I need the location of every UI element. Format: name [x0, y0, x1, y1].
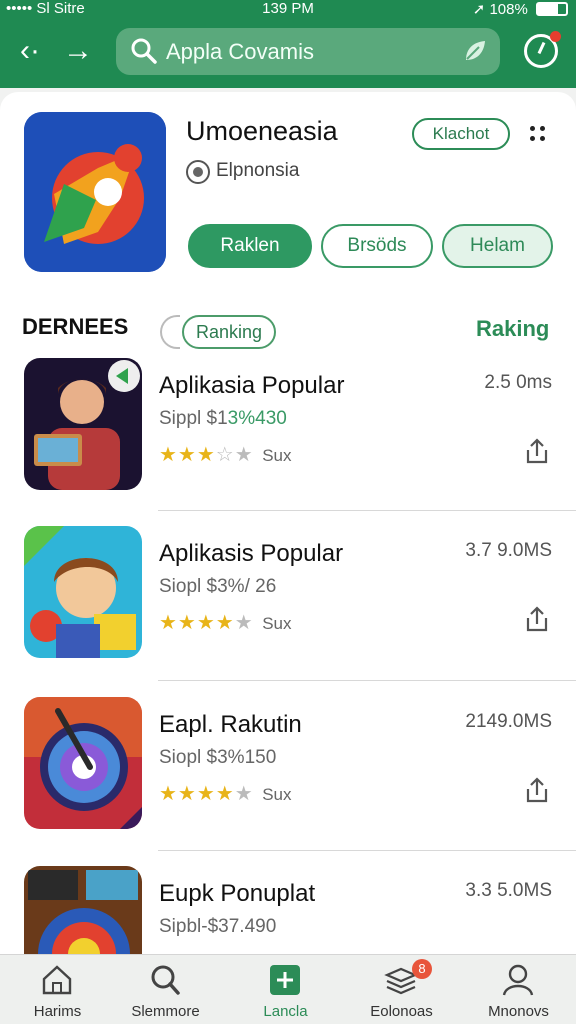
tab-label: Slemmore — [131, 1003, 200, 1020]
share-icon[interactable] — [522, 436, 552, 466]
tertiary-action-button[interactable]: Helam — [442, 224, 553, 268]
app-price: Sippl $13%430 — [159, 408, 287, 429]
list-item[interactable]: Aplikasis Popular Siopl $3%/ 26 ★★★★★ Su… — [0, 526, 576, 686]
leaf-icon[interactable] — [462, 38, 488, 64]
tab-home[interactable]: Harims — [0, 955, 115, 1024]
app-size: 2.5 0ms — [484, 372, 552, 393]
tab-label: Harims — [33, 1003, 82, 1020]
add-box-icon — [270, 965, 300, 995]
list-item[interactable]: Eapl. Rakutin Siopl $3%150 ★★★★★ Sux 214… — [0, 697, 576, 857]
app-name: Eapl. Rakutin — [159, 711, 302, 738]
list-item[interactable]: Eupk Ponuplat Sipbl-$37.490 ★★★★★ 3.3 5.… — [0, 866, 576, 954]
timer-icon[interactable] — [524, 31, 561, 68]
search-query: Appla Covamis — [166, 39, 314, 64]
app-price: Siopl $3%150 — [159, 747, 277, 768]
ranking-filter-chip[interactable]: Ranking — [182, 315, 276, 349]
secondary-action-button[interactable]: Brsöds — [321, 224, 433, 268]
back-button[interactable]: ‹· — [12, 34, 48, 70]
app-name: Eupk Ponuplat — [159, 880, 316, 907]
tab-library[interactable]: 8 Eolonoas — [344, 955, 459, 1024]
tab-label: Lancla — [263, 1003, 308, 1020]
app-name: Aplikasia Popular — [159, 372, 345, 399]
app-size: 3.3 5.0MS — [465, 880, 552, 901]
battery-percent: 108% — [489, 1, 528, 18]
app-size: 3.7 9.0MS — [465, 540, 552, 561]
battery-icon — [536, 2, 568, 16]
app-price: Siopl $3%/ 26 — [159, 576, 277, 597]
developer-icon — [186, 160, 210, 184]
rating-stars: ★★★☆★ Sux — [159, 444, 292, 466]
divider — [158, 510, 576, 511]
tab-apps[interactable]: Lancla — [228, 955, 343, 1024]
app-name: Aplikasis Popular — [159, 540, 344, 567]
tab-label: Eolonoas — [370, 1003, 433, 1020]
notification-badge: 8 — [412, 959, 432, 979]
search-icon — [151, 965, 180, 995]
ranking-link[interactable]: Raking — [476, 316, 549, 342]
more-options-icon[interactable] — [528, 124, 548, 144]
divider — [158, 850, 576, 851]
app-thumbnail — [24, 697, 142, 829]
tab-search[interactable]: Slemmore — [108, 955, 223, 1024]
profile-icon — [502, 964, 534, 996]
app-header: ••••• Sl Sitre 139 PM ➚ 108% ‹· → Appla … — [0, 0, 576, 88]
app-title: Umoeneasia — [186, 116, 338, 146]
list-item[interactable]: Aplikasia Popular Sippl $13%430 ★★★☆★ Su… — [0, 358, 576, 518]
app-size: 2149.0MS — [465, 711, 552, 732]
forward-button[interactable]: → — [60, 34, 96, 70]
bottom-nav: Harims Slemmore Lancla 8 Eolonoas Mnonov… — [0, 954, 576, 1024]
battery-status: ➚ 108% — [473, 0, 568, 18]
tab-profile[interactable]: Mnonovs — [461, 955, 576, 1024]
status-bar: ••••• Sl Sitre 139 PM ➚ 108% — [0, 0, 576, 18]
notification-dot — [550, 31, 561, 42]
section-title: DERNEES — [22, 314, 129, 339]
share-icon[interactable] — [522, 604, 552, 634]
app-logo — [24, 112, 166, 272]
app-price: Sipbl-$37.490 — [159, 916, 277, 937]
app-developer[interactable]: Elpnonsia — [216, 160, 299, 182]
share-icon[interactable] — [522, 775, 552, 805]
tab-label: Mnonovs — [488, 1003, 549, 1020]
app-thumbnail — [24, 526, 142, 658]
app-thumbnail — [24, 358, 142, 490]
location-icon: ➚ — [472, 1, 486, 18]
app-tag-button[interactable]: Klachot — [412, 118, 510, 150]
search-input[interactable]: Appla Covamis — [116, 28, 500, 75]
rating-stars: ★★★★★ Sux — [159, 783, 292, 805]
divider — [158, 680, 576, 681]
home-icon — [42, 965, 72, 995]
rating-stars: ★★★★★ Sux — [159, 612, 292, 634]
search-icon — [131, 38, 157, 64]
app-thumbnail — [24, 866, 142, 954]
primary-action-button[interactable]: Raklen — [188, 224, 312, 268]
